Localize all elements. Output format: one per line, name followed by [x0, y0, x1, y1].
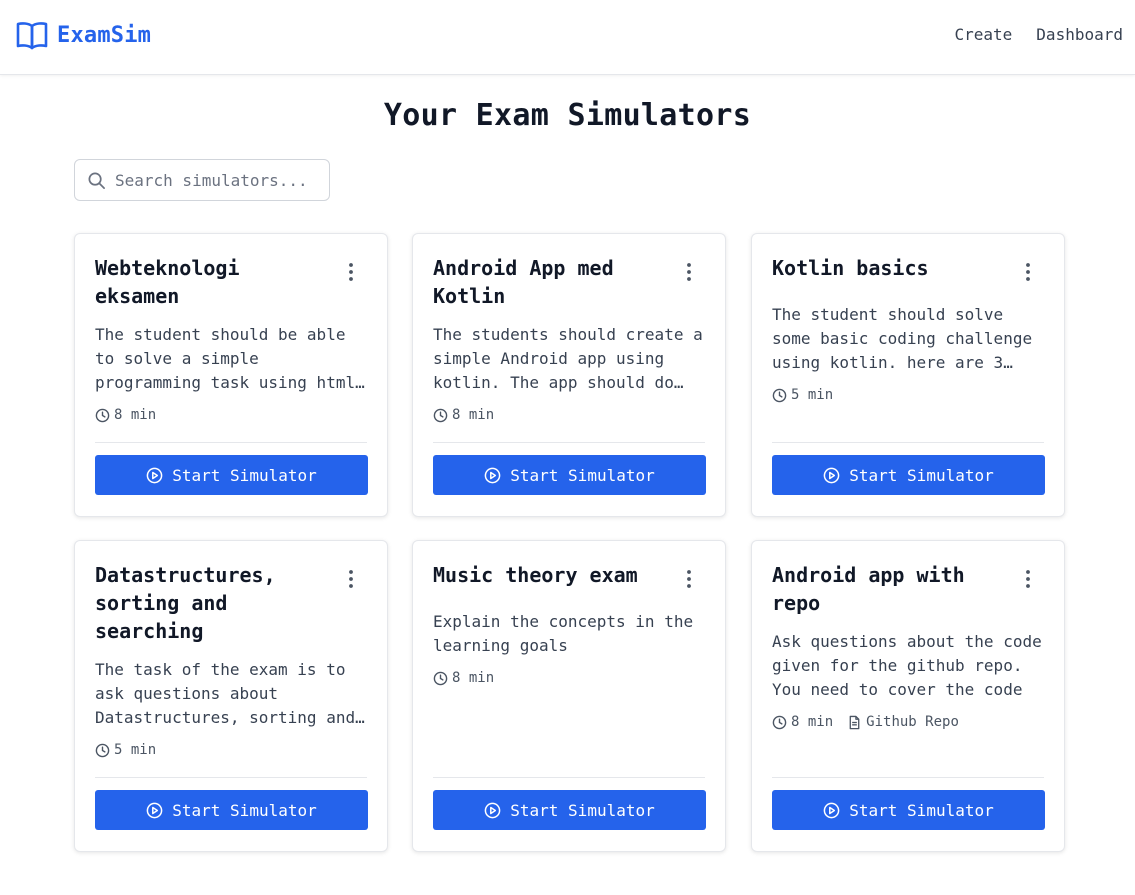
clock-icon: [433, 408, 448, 422]
start-simulator-label: Start Simulator: [510, 465, 655, 485]
card-title: Android App med Kotlin: [433, 256, 614, 308]
duration: 5 min: [95, 742, 156, 758]
clock-icon: [772, 715, 787, 729]
card-description: The students should create a simple Andr…: [433, 325, 703, 392]
more-options-icon[interactable]: [681, 569, 697, 589]
search-input[interactable]: [115, 160, 325, 200]
card-description: The task of the exam is to ask questions…: [95, 660, 356, 727]
duration-label: 8 min: [452, 407, 495, 423]
card-title: Webteknologi eksamen: [95, 256, 240, 308]
play-circle-icon: [484, 802, 501, 818]
start-simulator-label: Start Simulator: [172, 800, 317, 820]
brand-logo-link[interactable]: ExamSim: [16, 20, 151, 50]
simulator-card: Music theory exam Explain the concepts i…: [412, 540, 726, 852]
more-options-icon[interactable]: [1020, 262, 1036, 282]
simulator-card: Datastructures, sorting and searching Th…: [74, 540, 388, 852]
duration-label: 5 min: [114, 742, 157, 758]
clock-icon: [433, 671, 448, 685]
more-options-icon[interactable]: [1020, 569, 1036, 589]
duration: 8 min: [95, 407, 156, 423]
card-title: Kotlin basics: [772, 256, 929, 280]
duration: 8 min: [772, 714, 833, 730]
nav-links: Create Dashboard: [955, 25, 1124, 44]
card-meta: 8 min: [95, 407, 156, 423]
card-meta: 5 min: [772, 387, 833, 403]
search-box: [74, 159, 330, 201]
card-title: Music theory exam: [433, 563, 638, 587]
page-title: Your Exam Simulators: [383, 98, 752, 133]
card-title: Datastructures, sorting and searching: [95, 563, 276, 643]
start-simulator-label: Start Simulator: [849, 465, 994, 485]
simulator-card: Webteknologi eksamen The student should …: [74, 233, 388, 517]
start-simulator-button[interactable]: Start Simulator: [433, 790, 706, 830]
play-circle-icon: [823, 802, 840, 818]
play-circle-icon: [823, 467, 840, 483]
card-divider: [95, 442, 367, 443]
play-circle-icon: [146, 467, 163, 483]
more-options-icon[interactable]: [343, 569, 359, 589]
brand-name: ExamSim: [57, 22, 152, 48]
duration: 8 min: [433, 407, 494, 423]
simulator-card: Android app with repo Ask questions abou…: [751, 540, 1065, 852]
nav-link-create[interactable]: Create: [955, 25, 1013, 44]
card-divider: [433, 442, 705, 443]
duration: 8 min: [433, 670, 494, 686]
duration-label: 8 min: [114, 407, 157, 423]
duration-label: 8 min: [452, 670, 495, 686]
start-simulator-label: Start Simulator: [510, 800, 655, 820]
start-simulator-button[interactable]: Start Simulator: [772, 455, 1045, 495]
card-description: Explain the concepts in the learning goa…: [433, 612, 694, 655]
attachment: Github Repo: [847, 714, 959, 730]
navbar: ExamSim Create Dashboard: [0, 0, 1135, 75]
card-divider: [433, 777, 705, 778]
start-simulator-button[interactable]: Start Simulator: [772, 790, 1045, 830]
simulator-card: Kotlin basics The student should solve s…: [751, 233, 1065, 517]
card-divider: [772, 442, 1044, 443]
more-options-icon[interactable]: [681, 262, 697, 282]
card-title: Android app with repo: [772, 563, 965, 615]
duration-label: 5 min: [791, 387, 834, 403]
card-description: The student should be able to solve a si…: [95, 325, 365, 392]
attachment-label: Github Repo: [866, 714, 959, 730]
nav-link-dashboard[interactable]: Dashboard: [1036, 25, 1123, 44]
search-icon: [88, 172, 105, 189]
card-meta: 8 min Github Repo: [772, 714, 959, 730]
document-icon: [849, 715, 860, 729]
card-divider: [772, 777, 1044, 778]
card-description: Ask questions about the code given for t…: [772, 632, 1042, 699]
start-simulator-button[interactable]: Start Simulator: [95, 790, 368, 830]
card-meta: 8 min: [433, 407, 494, 423]
simulator-card: Android App med Kotlin The students shou…: [412, 233, 726, 517]
clock-icon: [95, 743, 110, 757]
play-circle-icon: [484, 467, 501, 483]
play-circle-icon: [146, 802, 163, 818]
clock-icon: [772, 388, 787, 402]
start-simulator-button[interactable]: Start Simulator: [433, 455, 706, 495]
clock-icon: [95, 408, 110, 422]
duration-label: 8 min: [791, 714, 834, 730]
card-meta: 5 min: [95, 742, 156, 758]
more-options-icon[interactable]: [343, 262, 359, 282]
start-simulator-label: Start Simulator: [849, 800, 994, 820]
card-meta: 8 min: [433, 670, 494, 686]
open-book-icon: [16, 22, 48, 50]
card-divider: [95, 777, 367, 778]
card-description: The student should solve some basic codi…: [772, 305, 1033, 372]
duration: 5 min: [772, 387, 833, 403]
start-simulator-label: Start Simulator: [172, 465, 317, 485]
start-simulator-button[interactable]: Start Simulator: [95, 455, 368, 495]
